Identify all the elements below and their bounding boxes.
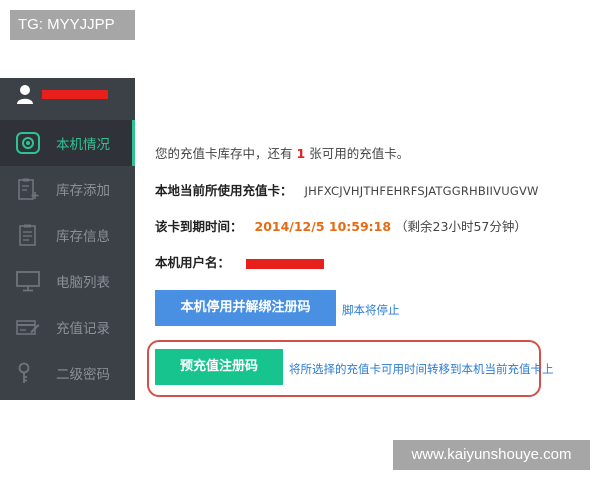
- user-row-main: 本机用户名：: [155, 252, 324, 271]
- precharge-register-code-button[interactable]: 预充值注册码: [155, 349, 283, 385]
- inventory-count: 1: [296, 146, 306, 161]
- unbind-register-code-button[interactable]: 本机停用并解绑注册码: [155, 290, 336, 326]
- inventory-suffix: 张可用的充值卡。: [309, 146, 410, 161]
- current-card-row: 本地当前所使用充值卡： JHFXCJVHJTHFEHRFSJATGGRHBIIV…: [155, 180, 539, 199]
- monitor-icon: [16, 271, 40, 292]
- active-accent-bar: [132, 120, 135, 166]
- user-label: 本机用户名：: [155, 255, 231, 270]
- sidebar-item-label: 充值记录: [56, 321, 110, 337]
- expiry-value: 2014/12/5 10:59:18: [254, 219, 392, 234]
- clipboard-list-icon: [19, 224, 36, 246]
- sidebar-item-computer-list[interactable]: 电脑列表: [0, 258, 135, 304]
- redacted-user-value: [246, 258, 324, 269]
- precharge-note: 将所选择的充值卡可用时间转移到本机当前充值卡上: [289, 362, 554, 376]
- user-icon: [17, 85, 33, 104]
- inventory-status: 您的充值卡库存中，还有 1 张可用的充值卡。: [155, 143, 409, 162]
- device-icon: [16, 132, 40, 154]
- current-card-label: 本地当前所使用充值卡：: [155, 183, 293, 198]
- key-icon: [18, 362, 30, 383]
- sidebar-item-secondary-password[interactable]: 二级密码: [0, 350, 135, 396]
- sidebar-item-label: 二级密码: [56, 367, 110, 383]
- clipboard-add-icon: [18, 178, 39, 200]
- sidebar-item-label: 本机情况: [56, 137, 110, 153]
- watermark-bottom-tag: www.kaiyunshouye.com: [393, 440, 590, 470]
- expiry-label: 该卡到期时间：: [155, 219, 243, 234]
- sidebar-item-device-status[interactable]: 本机情况: [0, 120, 135, 166]
- sidebar-item-label: 库存添加: [56, 183, 110, 199]
- watermark-top-tag: TG: MYYJJPP: [10, 10, 135, 40]
- sidebar: 本机情况 库存添加 库存信息 电脑列表 充值记录 二级密码: [0, 78, 135, 400]
- sidebar-item-label: 电脑列表: [56, 275, 110, 291]
- sidebar-item-label: 库存信息: [56, 229, 110, 245]
- inventory-prefix: 您的充值卡库存中，还有: [155, 146, 293, 161]
- sidebar-item-recharge-records[interactable]: 充值记录: [0, 304, 135, 350]
- card-edit-icon: [16, 320, 40, 335]
- expiry-row: 该卡到期时间： 2014/12/5 10:59:18 （剩余23小时57分钟）: [155, 216, 527, 235]
- unbind-note: 脚本将停止: [342, 303, 400, 317]
- sidebar-item-inventory-add[interactable]: 库存添加: [0, 166, 135, 212]
- current-card-value: JHFXCJVHJTHFEHRFSJATGGRHBIIVUGVW: [304, 184, 539, 198]
- redacted-username: [42, 90, 108, 99]
- sidebar-item-inventory-info[interactable]: 库存信息: [0, 212, 135, 258]
- expiry-remaining: （剩余23小时57分钟）: [395, 219, 527, 234]
- user-row: [0, 78, 135, 116]
